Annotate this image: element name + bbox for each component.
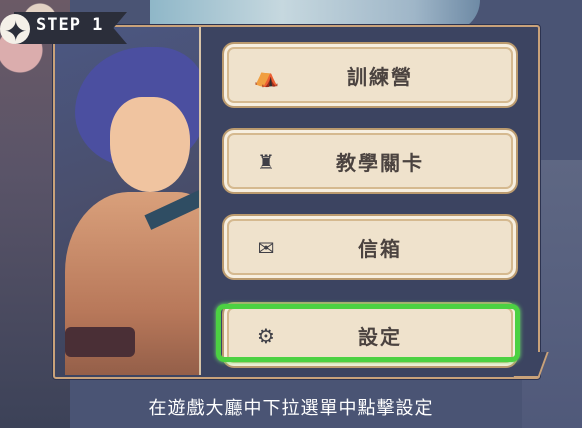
settings-highlight-frame bbox=[216, 304, 520, 362]
step-label: STEP 1 bbox=[36, 15, 104, 35]
training-camp-button[interactable]: ⛺ 訓練營 bbox=[222, 42, 518, 108]
tutorial-stage-label: 教學關卡 bbox=[336, 150, 424, 175]
character-portrait bbox=[55, 27, 199, 375]
tutorial-stage-button[interactable]: ♜ 教學關卡 bbox=[222, 128, 518, 194]
mailbox-button[interactable]: ✉ 信箱 bbox=[222, 214, 518, 280]
panel-divider bbox=[199, 27, 201, 375]
character-arm-band bbox=[65, 327, 135, 357]
instruction-caption: 在遊戲大廳中下拉選單中點擊設定 bbox=[148, 398, 434, 419]
character-face bbox=[110, 97, 190, 192]
training-camp-label: 訓練營 bbox=[347, 64, 413, 89]
diamond-star-icon: ✦ bbox=[4, 15, 28, 48]
mailbox-label: 信箱 bbox=[358, 236, 402, 261]
